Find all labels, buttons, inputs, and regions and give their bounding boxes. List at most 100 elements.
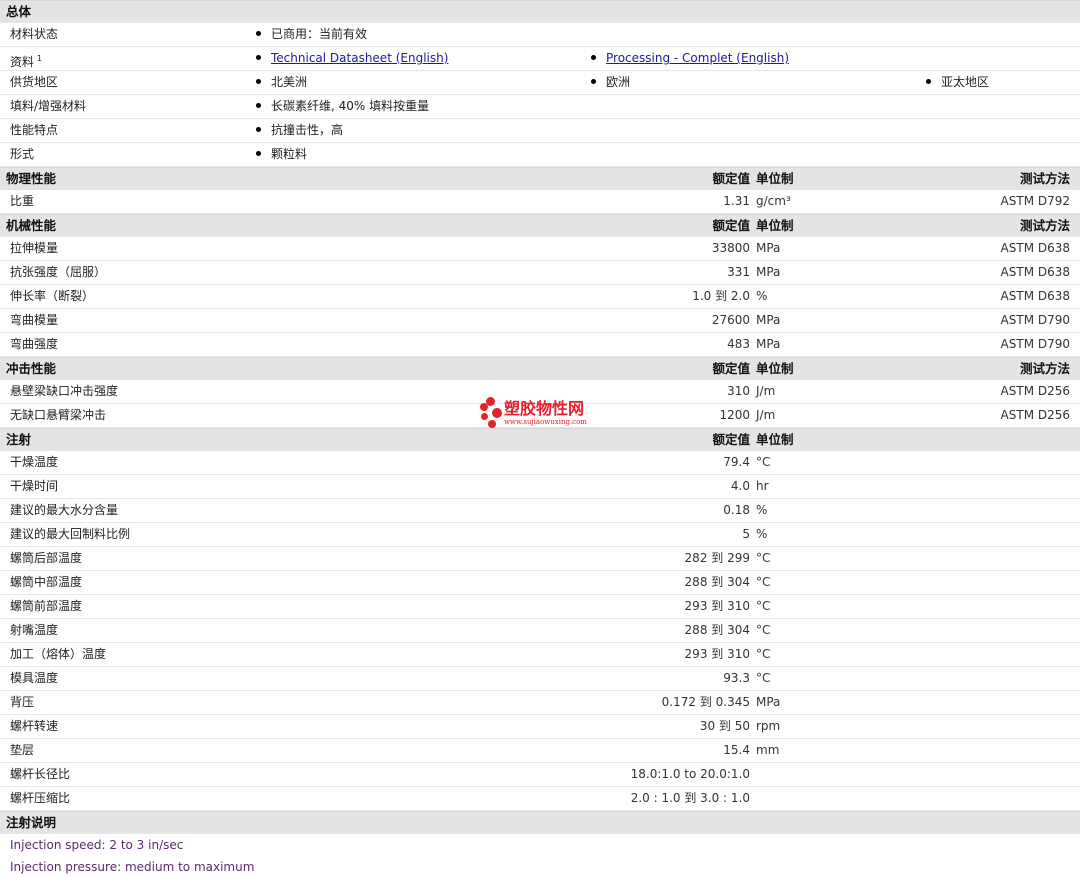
property-label: 抗张强度（屈服）	[10, 265, 107, 279]
section-title: 机械性能	[6, 218, 57, 233]
property-row: 建议的最大回制料比例 5%	[0, 523, 1080, 547]
note-line: Injection speed: 2 to 3 in/sec	[10, 838, 184, 852]
test-method: ASTM D638	[1000, 289, 1070, 303]
property-value: 2.0 : 1.0 到 3.0 : 1.0	[630, 791, 750, 805]
property-unit: g/cm³	[756, 194, 791, 208]
property-value: 1.31	[723, 194, 750, 208]
property-unit: °C	[756, 551, 771, 565]
property-row: 螺杆长径比 18.0:1.0 to 20.0:1.0	[0, 763, 1080, 787]
property-unit: °C	[756, 575, 771, 589]
row-material-status: 材料状态 已商用：当前有效	[0, 23, 1080, 47]
col-header-nominal: 额定值	[712, 218, 750, 233]
property-row: 射嘴温度 288 到 304 °C	[0, 619, 1080, 643]
property-row: 螺筒中部温度 288 到 304 °C	[0, 571, 1080, 595]
watermark-url: www.sujiaowuxing.com	[504, 418, 587, 426]
property-value: 4.0	[730, 479, 750, 493]
property-unit: MPa	[756, 313, 781, 327]
property-value: 483	[727, 337, 750, 351]
test-method: ASTM D256	[1000, 408, 1070, 422]
property-row: 螺杆压缩比 2.0 : 1.0 到 3.0 : 1.0	[0, 787, 1080, 811]
property-value: 293 到 310	[684, 647, 750, 661]
property-unit: %	[756, 503, 768, 517]
test-method: ASTM D790	[1000, 337, 1070, 351]
col-header-unit: 单位制	[756, 361, 794, 376]
property-unit: mm	[756, 743, 780, 757]
section-header-injection: 注射 额定值 单位制	[0, 428, 1080, 451]
property-value: 0.172 到 0.345	[661, 695, 750, 709]
mechanical-rows: 拉伸模量 33800 MPa ASTM D638 抗张强度（屈服） 331 MPa ASTM …	[0, 237, 1080, 357]
property-unit: J/m	[756, 384, 776, 398]
property-value: 18.0:1.0 to 20.0:1.0	[630, 767, 750, 781]
property-unit: hr	[756, 479, 769, 493]
property-label: 螺筒中部温度	[10, 575, 83, 589]
row-label: 材料状态	[10, 27, 59, 41]
property-label: 螺杆长径比	[10, 767, 71, 781]
property-value: 331	[727, 265, 750, 279]
property-value: 293 到 310	[684, 599, 750, 613]
property-label: 伸长率（断裂）	[10, 289, 95, 303]
injection-rows: 干燥温度 79.4 °C 干燥时间 4.0 hr 建议的最大水分含量 0.18% 建议的最大回制…	[0, 451, 1080, 811]
col-header-unit: 单位制	[756, 218, 794, 233]
section-title: 总体	[6, 4, 32, 19]
property-unit: °C	[756, 623, 771, 637]
technical-datasheet-link[interactable]: Technical Datasheet (English)	[271, 51, 448, 65]
section-title: 注射说明	[6, 815, 57, 830]
row-form: 形式 颗粒料	[0, 143, 1080, 167]
section-header-impact: 冲击性能 额定值 单位制 测试方法	[0, 357, 1080, 380]
property-label: 螺筒后部温度	[10, 551, 83, 565]
bullet-icon	[256, 79, 261, 84]
property-value: 15.4	[723, 743, 750, 757]
property-label: 螺杆压缩比	[10, 791, 71, 805]
property-label: 干燥温度	[10, 455, 59, 469]
property-label: 弯曲强度	[10, 337, 59, 351]
footnote-marker: 1	[37, 54, 43, 63]
bullet-icon	[256, 151, 261, 156]
col-header-test: 测试方法	[1019, 361, 1070, 376]
test-method: ASTM D638	[1000, 265, 1070, 279]
property-label: 拉伸模量	[10, 241, 59, 255]
property-label: 垫层	[10, 743, 35, 757]
section-title: 冲击性能	[6, 361, 57, 376]
property-row: 比重 1.31 g/cm³ ASTM D792	[0, 190, 1080, 214]
property-value: 79.4	[723, 455, 750, 469]
property-unit: %	[756, 289, 768, 303]
col-header-test: 测试方法	[1019, 218, 1070, 233]
property-value: 282 到 299	[684, 551, 750, 565]
bullet-icon	[926, 79, 931, 84]
property-row: 模具温度 93.3 °C	[0, 667, 1080, 691]
property-value: 33800	[711, 241, 750, 255]
property-row: 弯曲强度 483 MPa ASTM D790	[0, 333, 1080, 357]
property-unit: °C	[756, 455, 771, 469]
property-value: 5	[742, 527, 750, 541]
property-row: 建议的最大水分含量 0.18%	[0, 499, 1080, 523]
note-line: Injection pressure: medium to maximum	[10, 860, 255, 874]
watermark-name: 塑胶物性网	[504, 399, 585, 418]
property-unit: MPa	[756, 695, 781, 709]
bullet-icon	[256, 103, 261, 108]
section-header-mechanical: 机械性能 额定值 单位制 测试方法	[0, 214, 1080, 237]
watermark-logo: 塑胶物性网 www.sujiaowuxing.com	[478, 397, 587, 429]
row-supply-region: 供货地区 北美洲 欧洲 亚太地区	[0, 71, 1080, 95]
property-value: 1.0 到 2.0	[692, 289, 750, 303]
filler-value: 长碳素纤维, 40% 填料按重量	[271, 99, 430, 113]
property-label: 干燥时间	[10, 479, 59, 493]
molecule-icon	[478, 397, 502, 429]
property-value: 93.3	[723, 671, 750, 685]
property-unit: MPa	[756, 265, 781, 279]
row-features: 性能特点 抗撞击性，高	[0, 119, 1080, 143]
processing-guide-link[interactable]: Processing - Complet (English)	[606, 51, 789, 65]
col-header-nominal: 额定值	[712, 171, 750, 186]
property-unit: %	[756, 527, 768, 541]
property-value: 0.18	[723, 503, 750, 517]
property-label: 模具温度	[10, 671, 59, 685]
bullet-icon	[591, 55, 596, 60]
property-label: 建议的最大回制料比例	[10, 527, 131, 541]
property-unit: °C	[756, 671, 771, 685]
property-unit: J/m	[756, 408, 776, 422]
bullet-icon	[591, 79, 596, 84]
property-value: 30 到 50	[699, 719, 750, 733]
row-documents: 资料 1 Technical Datasheet (English) Proces…	[0, 47, 1080, 71]
row-label: 性能特点	[10, 123, 59, 137]
property-value: 1200	[719, 408, 750, 422]
property-unit: rpm	[756, 719, 781, 733]
